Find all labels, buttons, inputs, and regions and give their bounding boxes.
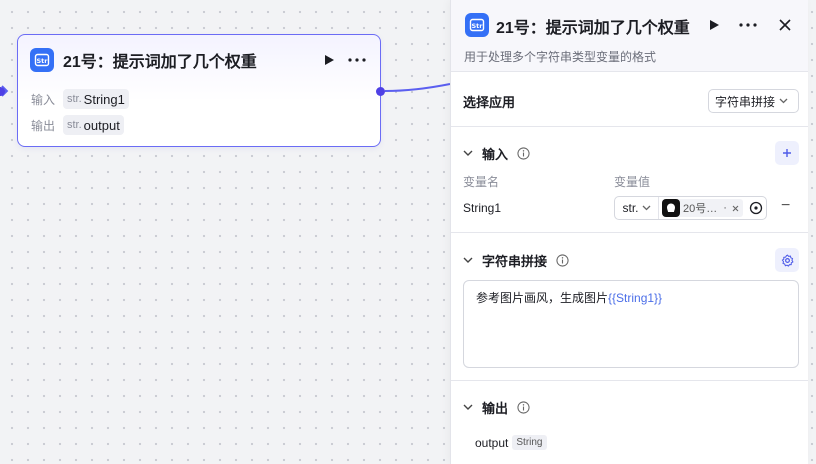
input-section-header[interactable]: 输入 <box>463 144 530 163</box>
var-type-value: str. <box>622 201 639 215</box>
workflow-node[interactable]: Str 21号：提示词加了几个权重 输入 str. String1 输出 str… <box>17 34 381 147</box>
concat-section-header[interactable]: 字符串拼接 <box>463 251 569 270</box>
run-icon[interactable] <box>703 14 725 36</box>
var-name-column: 变量名 <box>463 175 500 189</box>
panel-description: 用于处理多个字符串类型变量的格式 <box>464 50 657 64</box>
node-input-port[interactable] <box>0 87 5 96</box>
concat-settings-button[interactable] <box>775 248 799 272</box>
target-icon[interactable] <box>749 201 763 215</box>
info-icon[interactable] <box>517 147 530 160</box>
select-app-dropdown[interactable]: 字符串拼接 <box>708 89 799 113</box>
node-input-chip: str. String1 <box>63 89 129 109</box>
svg-text:Str: Str <box>472 22 484 30</box>
svg-text:Str: Str <box>37 57 49 65</box>
input-var-value-field[interactable]: str. 20号… · <box>614 196 767 220</box>
concat-section-title: 字符串拼接 <box>482 254 548 269</box>
node-output-name: output <box>83 117 120 133</box>
string-node-icon: Str <box>465 13 489 37</box>
info-icon[interactable] <box>556 254 569 267</box>
node-input-row: 输入 str. String1 <box>31 89 129 109</box>
node-output-chip: str. output <box>63 115 124 135</box>
select-app-label: 选择应用 <box>463 95 516 110</box>
input-section-title: 输入 <box>482 147 509 162</box>
source-node-avatar <box>662 199 680 217</box>
chevron-down-icon[interactable] <box>463 257 473 264</box>
select-app-section: 选择应用 字符串拼接 <box>451 72 808 127</box>
output-var-type: String <box>512 435 547 450</box>
template-variable: {{String1}} <box>608 291 663 305</box>
panel-title: 21号：提示词加了几个权重 <box>496 20 690 37</box>
close-icon[interactable] <box>774 14 796 36</box>
var-reference-extra: · <box>723 202 727 214</box>
node-config-panel: Str 21号：提示词加了几个权重 用于处理多个字符串类型变量的格式 选择应用 … <box>450 0 808 464</box>
info-icon[interactable] <box>517 401 530 414</box>
output-var-row: output String <box>475 435 547 450</box>
var-reference-chip[interactable]: 20号… · <box>662 199 743 217</box>
var-value-column: 变量值 <box>614 175 651 189</box>
node-input-label: 输入 <box>31 92 56 107</box>
var-reference-label: 20号… <box>683 203 718 215</box>
template-text: 参考图片画风，生成图片 <box>476 291 609 305</box>
node-output-type: str. <box>67 119 82 131</box>
panel-header: Str 21号：提示词加了几个权重 用于处理多个字符串类型变量的格式 <box>451 0 808 72</box>
more-icon[interactable] <box>737 14 759 36</box>
concat-template-editor[interactable]: 参考图片画风，生成图片{{String1}} <box>463 280 799 368</box>
input-var-name: String1 <box>463 201 502 215</box>
chevron-down-icon[interactable] <box>463 404 473 411</box>
node-output-row: 输出 str. output <box>31 115 124 135</box>
select-app-value: 字符串拼接 <box>715 94 776 109</box>
node-output-label: 输出 <box>31 118 56 133</box>
remove-input-button[interactable]: − <box>781 197 790 215</box>
concat-section: 字符串拼接 参考图片画风，生成图片{{String1}} <box>451 233 808 381</box>
node-title: 21号：提示词加了几个权重 <box>63 54 257 71</box>
plus-icon <box>783 149 791 157</box>
node-output-port[interactable] <box>376 87 385 96</box>
gear-icon <box>781 253 794 267</box>
more-icon[interactable] <box>346 49 368 71</box>
input-section: 输入 变量名 变量值 String1 str. 20号… · − <box>451 127 808 233</box>
node-header: Str 21号：提示词加了几个权重 <box>30 47 368 73</box>
chevron-down-icon[interactable] <box>463 150 473 157</box>
chevron-down-icon <box>642 205 650 211</box>
output-var-name: output <box>475 435 509 450</box>
string-node-icon: Str <box>30 48 54 72</box>
node-input-name: String1 <box>83 91 125 107</box>
run-icon[interactable] <box>318 49 340 71</box>
var-type-select[interactable]: str. <box>615 197 659 219</box>
node-input-type: str. <box>67 93 82 105</box>
clear-icon[interactable] <box>732 205 739 212</box>
chevron-down-icon <box>779 98 788 104</box>
output-section: 输出 output String <box>451 381 808 464</box>
output-section-header[interactable]: 输出 <box>463 398 530 417</box>
output-section-title: 输出 <box>482 401 509 416</box>
add-input-button[interactable] <box>775 141 799 165</box>
